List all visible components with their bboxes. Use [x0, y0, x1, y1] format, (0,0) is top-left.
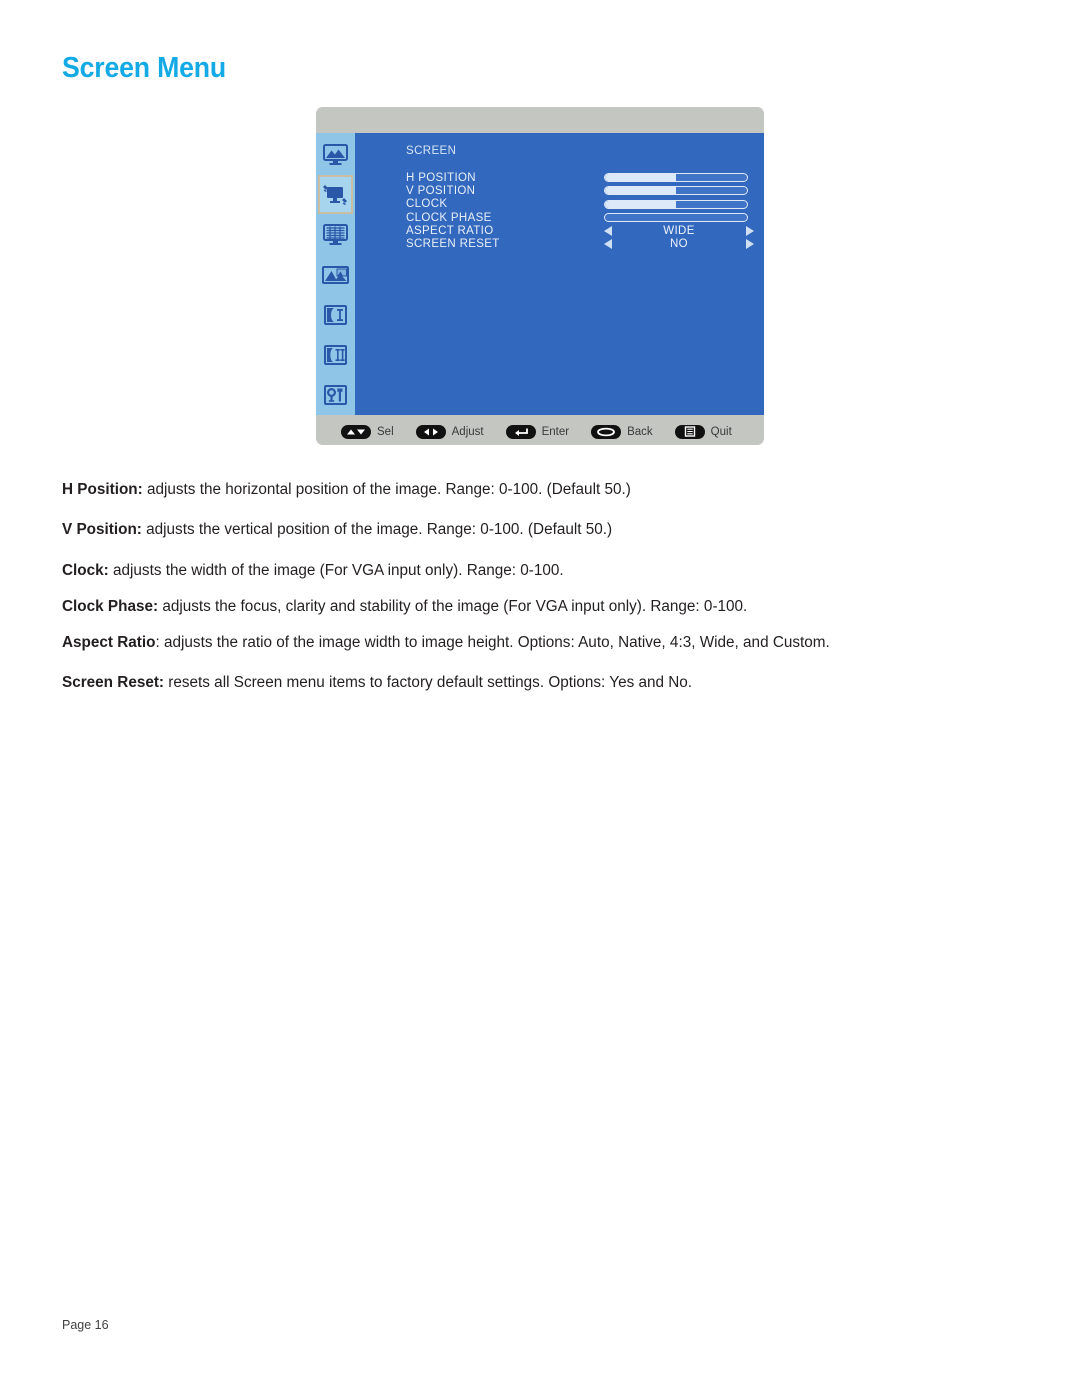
menu-control[interactable]	[604, 199, 754, 209]
screen-reset-selector[interactable]: NO	[604, 238, 754, 250]
sidebar-item-pbp[interactable]	[318, 335, 353, 374]
description-h-position: H Position: adjusts the horizontal posit…	[62, 480, 1022, 499]
sidebar-item-picture[interactable]	[318, 135, 353, 174]
slider-fill	[605, 187, 676, 195]
sidebar-item-pip[interactable]	[318, 295, 353, 334]
sidebar-item-setup[interactable]	[318, 375, 353, 414]
menu-value: 50	[754, 185, 764, 197]
description-aspect-ratio: Aspect Ratio: adjusts the ratio of the i…	[62, 633, 1022, 652]
osd-sidebar	[316, 133, 355, 415]
description-clock-phase: Clock Phase: adjusts the focus, clarity …	[62, 597, 1022, 616]
description-v-position: V Position: adjusts the vertical positio…	[62, 520, 1022, 539]
clock-slider[interactable]	[604, 199, 748, 209]
menu-row-clock[interactable]: CLOCK 50	[406, 198, 764, 211]
menu-control[interactable]: WIDE	[604, 225, 754, 237]
hint-quit[interactable]: Quit	[674, 424, 732, 439]
description-screen-reset: Screen Reset: resets all Screen menu ite…	[62, 673, 1022, 692]
menu-row-clock-phase[interactable]: CLOCK PHASE 0	[406, 211, 764, 224]
osd-menu-rows: H POSITION 50 V POSITION	[406, 171, 764, 251]
chevron-right-icon[interactable]	[746, 239, 754, 250]
description-term: Screen Reset:	[62, 674, 165, 691]
hint-enter[interactable]: Enter	[505, 424, 570, 439]
menu-row-screen-reset[interactable]: SCREEN RESET NO	[406, 237, 764, 250]
osd-menu-panel: SCREEN H POSITION 50 V POSITION	[355, 133, 764, 415]
page-footer: Page 16	[62, 1318, 109, 1332]
menu-label: H POSITION	[406, 171, 476, 184]
slider-fill	[605, 174, 676, 182]
pip-menu-icon	[324, 304, 347, 325]
description-text: adjusts the horizontal position of the i…	[142, 481, 631, 498]
description-text: adjusts the vertical position of the ima…	[141, 521, 613, 538]
hint-label: Sel	[377, 425, 394, 438]
text-menu-icon	[323, 224, 348, 245]
osd-window: SCREEN H POSITION 50 V POSITION	[316, 107, 764, 445]
chevron-left-icon[interactable]	[604, 239, 612, 250]
sidebar-item-image[interactable]	[318, 255, 353, 294]
description-term: Clock:	[62, 562, 109, 579]
h-position-slider[interactable]	[604, 173, 748, 183]
description-term: V Position:	[62, 521, 142, 538]
description-term: H Position:	[62, 481, 143, 498]
description-text: adjusts the width of the image (For VGA …	[108, 562, 564, 579]
description-term: Clock Phase:	[62, 598, 159, 615]
menu-control[interactable]	[604, 186, 754, 196]
description-clock: Clock: adjusts the width of the image (F…	[62, 561, 1022, 580]
osd-hint-bar: Sel Adjust Enter Back Quit	[316, 415, 764, 445]
pbp-menu-icon	[324, 344, 347, 365]
hint-label: Adjust	[451, 425, 484, 438]
menu-label: ASPECT RATIO	[406, 224, 494, 237]
setup-menu-icon	[324, 384, 347, 405]
selector-value: WIDE	[663, 224, 695, 237]
description-text: resets all Screen menu items to factory …	[164, 674, 693, 691]
picture-menu-icon	[323, 144, 348, 165]
sidebar-item-text[interactable]	[318, 215, 353, 254]
osd-top-chrome	[316, 107, 764, 133]
menu-value: 50	[754, 198, 764, 210]
clock-phase-slider[interactable]	[604, 213, 748, 223]
menu-list-icon	[674, 424, 705, 439]
left-right-arrows-icon	[415, 424, 446, 439]
slider-fill	[605, 200, 676, 208]
sidebar-item-screen[interactable]	[318, 175, 353, 214]
osd-body: SCREEN H POSITION 50 V POSITION	[316, 133, 764, 415]
menu-control[interactable]	[604, 213, 754, 223]
description-text: adjusts the focus, clarity and stability…	[158, 598, 748, 615]
menu-label: CLOCK	[406, 198, 448, 211]
enter-arrow-icon	[505, 424, 536, 439]
aspect-ratio-selector[interactable]: WIDE	[604, 225, 754, 237]
chevron-left-icon[interactable]	[604, 225, 612, 236]
chevron-right-icon[interactable]	[746, 225, 754, 236]
menu-control[interactable]: NO	[604, 238, 754, 250]
hint-label: Enter	[541, 425, 570, 438]
menu-value: 50	[754, 172, 764, 184]
menu-row-aspect-ratio[interactable]: ASPECT RATIO WIDE	[406, 224, 764, 237]
menu-label: CLOCK PHASE	[406, 211, 492, 224]
selector-value: NO	[669, 238, 689, 251]
menu-row-h-position[interactable]: H POSITION 50	[406, 171, 764, 184]
hint-select[interactable]: Sel	[341, 424, 394, 439]
menu-control[interactable]	[604, 173, 754, 183]
v-position-slider[interactable]	[604, 186, 748, 196]
hint-label: Quit	[710, 425, 732, 438]
screen-menu-icon	[322, 184, 349, 206]
menu-label: V POSITION	[406, 184, 476, 197]
hint-back[interactable]: Back	[591, 424, 653, 439]
description-term: Aspect Ratio	[62, 634, 156, 651]
page-title: Screen Menu	[62, 52, 227, 84]
menu-value: 0	[754, 212, 764, 224]
osd-heading: SCREEN	[406, 145, 457, 157]
description-text: : adjusts the ratio of the image width t…	[155, 634, 830, 651]
oval-button-icon	[591, 424, 622, 439]
hint-adjust[interactable]: Adjust	[415, 424, 484, 439]
up-down-arrows-icon	[341, 424, 371, 439]
hint-label: Back	[627, 425, 653, 438]
image-menu-icon	[322, 265, 349, 285]
menu-label: SCREEN RESET	[406, 238, 500, 251]
menu-row-v-position[interactable]: V POSITION 50	[406, 184, 764, 197]
